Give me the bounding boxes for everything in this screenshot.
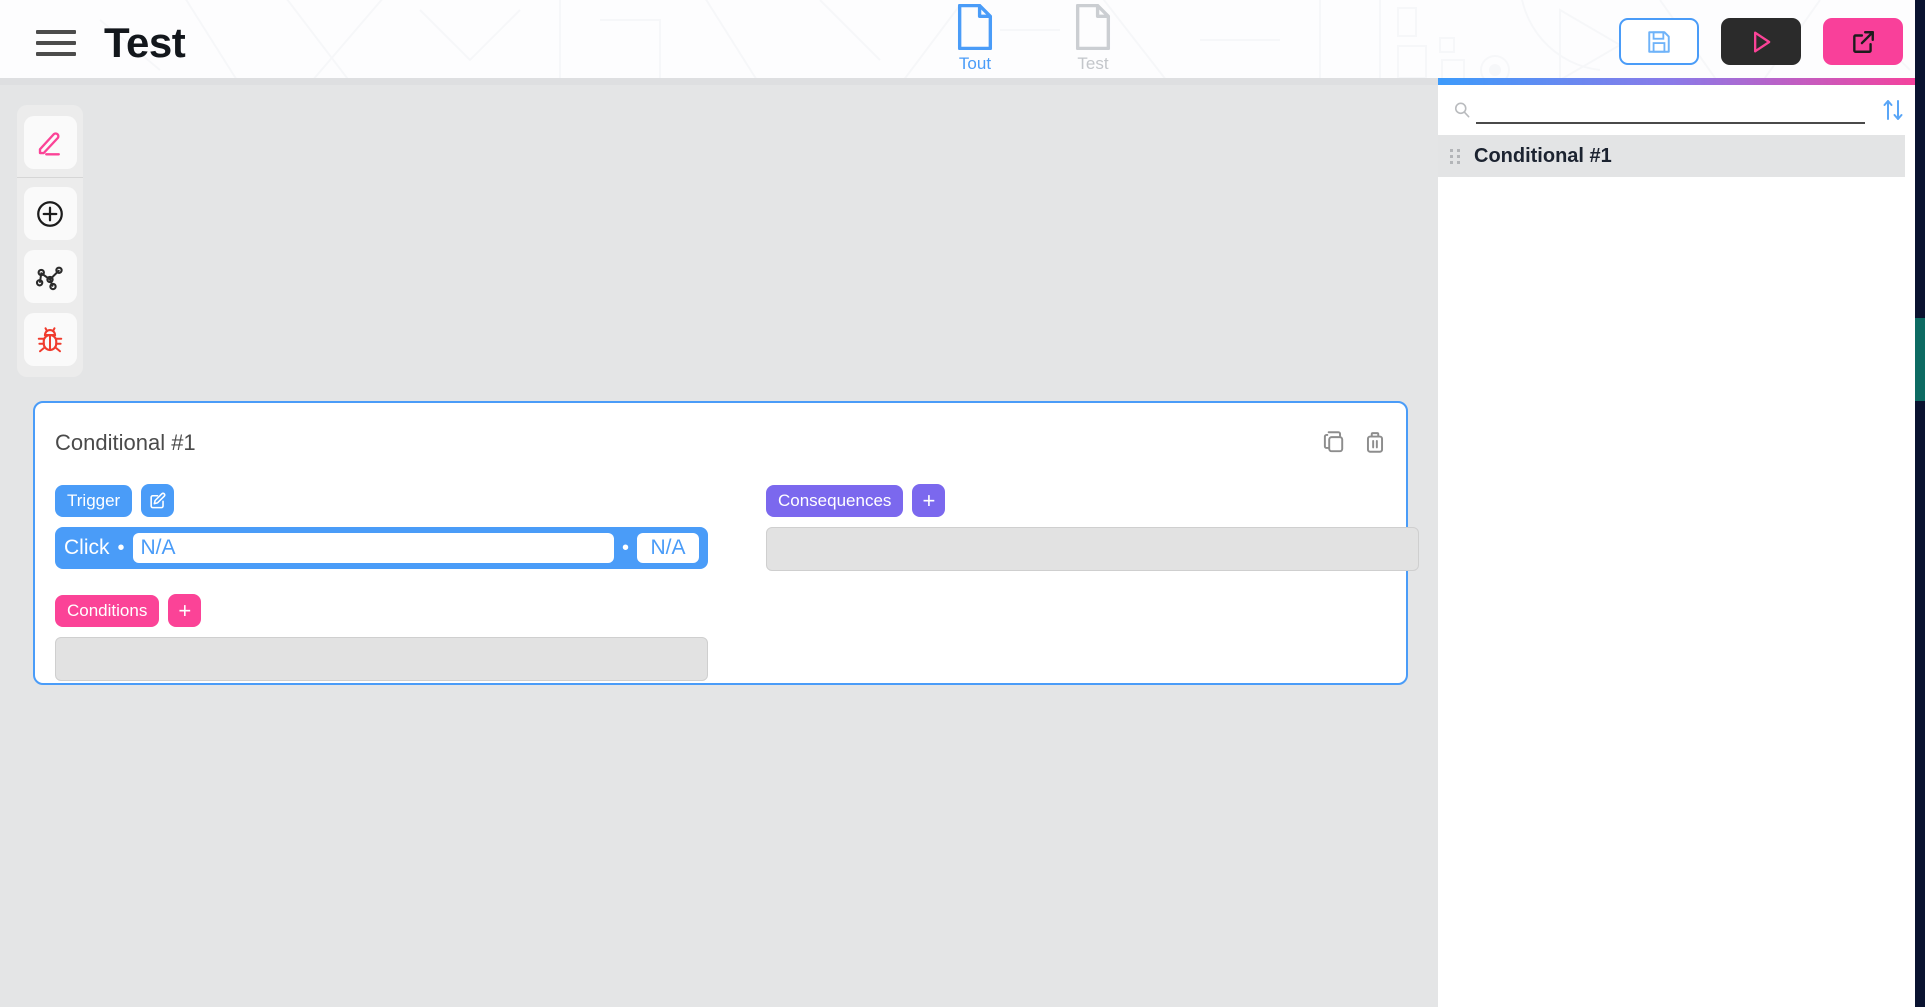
menu-toggle-button[interactable] <box>36 28 76 58</box>
trigger-param-field[interactable]: N/A <box>637 533 699 563</box>
grip-row <box>1450 160 1464 164</box>
duplicate-button[interactable] <box>1320 429 1346 460</box>
search-icon <box>1452 100 1474 120</box>
consequences-badge[interactable]: Consequences <box>766 484 904 517</box>
external-link-icon <box>1853 30 1874 53</box>
open-external-button[interactable] <box>1823 18 1903 65</box>
page-title: Test <box>104 18 186 66</box>
tab-test[interactable]: Test <box>1058 4 1128 74</box>
edit-tool-button[interactable] <box>23 116 77 169</box>
conditions-dropzone[interactable] <box>55 637 708 681</box>
trigger-section: Trigger Click • N/A • N/A <box>55 484 708 569</box>
conditionals-panel: Conditional #1 <box>1438 85 1925 1007</box>
trigger-expression-row[interactable]: Click • N/A • N/A <box>55 527 708 569</box>
node-graph-icon <box>35 266 63 290</box>
sort-arrows-icon[interactable] <box>1881 97 1905 123</box>
trigger-edit-button[interactable] <box>141 484 175 517</box>
edit-square-icon <box>150 492 166 509</box>
add-consequence-button[interactable]: + <box>912 484 946 517</box>
document-tabs: Tout Test <box>940 4 1128 74</box>
accent-gradient-bar <box>1438 78 1925 85</box>
delete-button[interactable] <box>1362 429 1388 460</box>
trigger-header: Trigger <box>55 484 708 517</box>
list-item-label: Conditional #1 <box>1474 144 1612 167</box>
header-divider <box>0 78 1438 85</box>
grip-row <box>1450 154 1464 158</box>
trigger-badge[interactable]: Trigger <box>55 484 133 517</box>
edge-scrollbar-strip[interactable] <box>1915 0 1925 1007</box>
plus-circle-icon <box>37 200 63 227</box>
conditions-badge[interactable]: Conditions <box>55 594 160 627</box>
conditions-header: Conditions + <box>55 594 708 627</box>
consequences-header: Consequences + <box>766 484 1419 517</box>
tab-tout[interactable]: Tout <box>940 4 1010 74</box>
consequences-section: Consequences + <box>766 484 1419 571</box>
card-title: Conditional #1 <box>55 430 196 455</box>
conditional-card[interactable]: Conditional #1 Trigger Click • N/A • N/A… <box>33 401 1419 685</box>
document-icon <box>957 4 993 50</box>
document-icon <box>1075 4 1111 50</box>
add-tool-button[interactable] <box>23 187 77 240</box>
tab-label: Tout <box>958 54 992 73</box>
search-bar <box>1438 85 1925 135</box>
graph-tool-button[interactable] <box>23 250 77 303</box>
save-button[interactable] <box>1619 18 1699 65</box>
drag-handle-icon[interactable] <box>1450 148 1464 164</box>
copy-icon <box>1323 431 1344 453</box>
toolbar-divider <box>17 177 83 178</box>
list-item[interactable]: Conditional #1 <box>1438 135 1905 177</box>
floppy-disk-icon <box>1648 30 1670 53</box>
conditions-section: Conditions + <box>55 594 708 681</box>
hamburger-bar <box>36 40 76 45</box>
hamburger-bar <box>36 51 76 56</box>
edge-scrollbar-thumb[interactable] <box>1915 318 1925 401</box>
trash-icon <box>1366 432 1384 453</box>
tab-label: Test <box>1077 54 1109 73</box>
hamburger-bar <box>36 29 76 34</box>
consequences-dropzone[interactable] <box>766 527 1419 571</box>
search-input[interactable] <box>1476 96 1865 124</box>
trigger-event-label: Click <box>64 536 110 559</box>
run-button[interactable] <box>1721 18 1801 65</box>
editor-canvas[interactable]: Conditional #1 Trigger Click • N/A • N/A… <box>0 85 1438 1007</box>
bug-icon <box>37 326 63 352</box>
pencil-icon <box>38 131 60 155</box>
grip-row <box>1450 148 1464 152</box>
app-root: Test Tout Test Conditional #1 Trigger Cl… <box>0 0 1925 1007</box>
tool-palette <box>17 105 83 377</box>
trigger-target-field[interactable]: N/A <box>132 533 614 563</box>
trigger-separator: • <box>117 536 125 559</box>
debug-tool-button[interactable] <box>23 313 77 366</box>
card-actions <box>1320 429 1388 460</box>
trigger-separator: • <box>621 536 629 559</box>
header-actions <box>1619 18 1903 65</box>
app-header: Test Tout Test <box>0 0 1925 85</box>
play-triangle-icon <box>1754 30 1771 52</box>
add-condition-button[interactable]: + <box>168 594 202 627</box>
